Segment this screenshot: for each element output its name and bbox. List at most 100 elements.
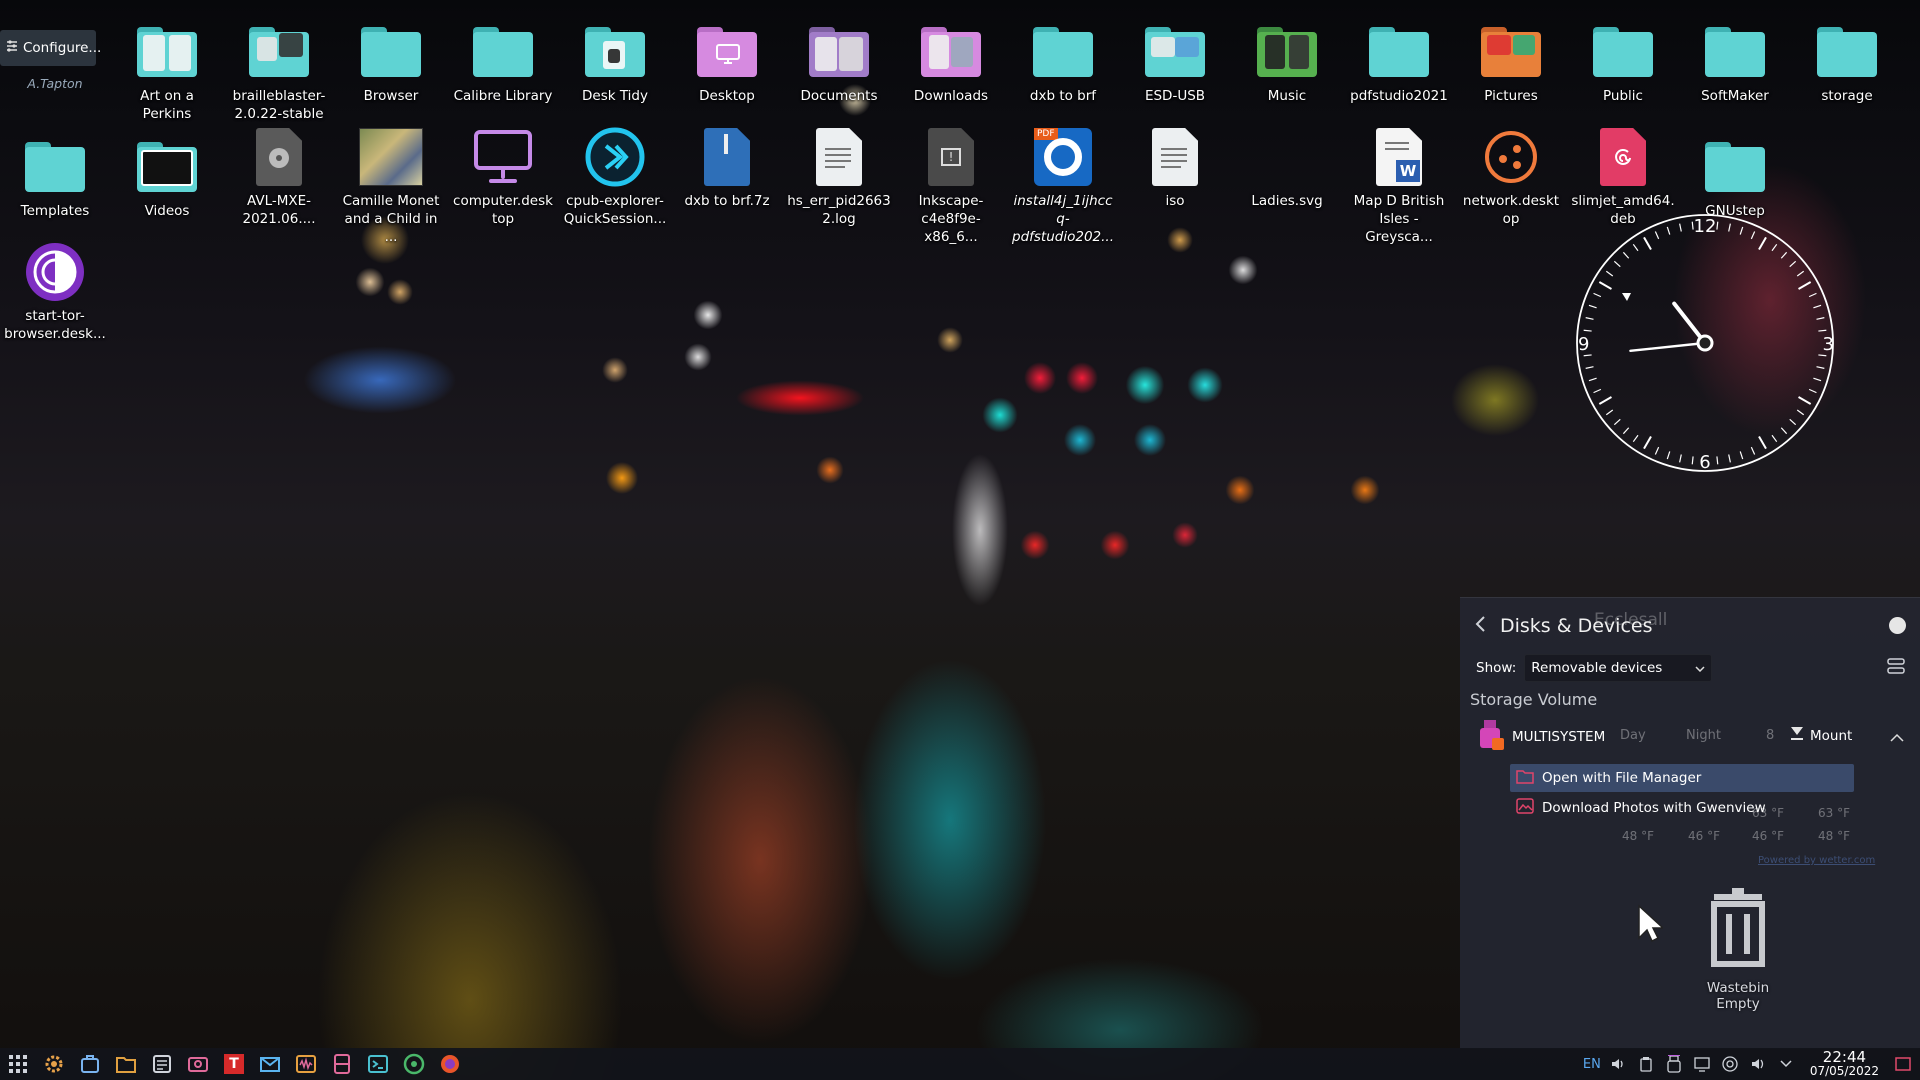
desktop-icon-network-desktop[interactable]: network.desktop	[1459, 125, 1563, 228]
desktop-icon-map-british-isles[interactable]: W Map D British Isles - Greysca...	[1347, 125, 1451, 246]
clock-tick	[1588, 304, 1597, 309]
folder-icon	[1591, 20, 1655, 84]
desktop-icon-start-tor-browser[interactable]: start-tor-browser.desk...	[3, 240, 107, 343]
clock-numeral-9: 9	[1578, 334, 1589, 355]
clock-tick	[1622, 251, 1630, 259]
clock-tick	[1739, 451, 1744, 460]
action-open-with-file-manager[interactable]: Open with File Manager	[1510, 764, 1854, 792]
desktop-icon-brailleblaster[interactable]: brailleblaster-2.0.22-stable	[227, 20, 331, 123]
desktop-icon-cpub-explorer[interactable]: cpub-explorer-QuickSession...	[563, 125, 667, 228]
file-manager-icon[interactable]	[112, 1050, 140, 1078]
chevron-up-icon[interactable]	[1890, 728, 1904, 747]
network-tray-icon[interactable]	[1719, 1053, 1741, 1075]
weather-temp-ghost: 46 °F	[1752, 829, 1784, 843]
configure-widget: Configure... A.Tapton	[0, 0, 101, 96]
removable-device-icon[interactable]	[1663, 1053, 1685, 1075]
mail-icon[interactable]	[256, 1050, 284, 1078]
desktop-icon-browser[interactable]: Browser	[339, 20, 443, 105]
configure-icon[interactable]	[1886, 656, 1906, 680]
desktop-icon-desktop[interactable]: Desktop	[675, 20, 779, 105]
clock-tick	[1666, 451, 1671, 460]
digital-clock[interactable]: 22:44 07/05/2022	[1809, 1050, 1879, 1079]
text-file-icon	[807, 125, 871, 189]
clock-tick	[1583, 354, 1592, 357]
icon-label: Desktop	[699, 88, 755, 104]
configure-button[interactable]: Configure...	[0, 30, 101, 66]
clock-tick	[1728, 454, 1731, 463]
image-thumbnail-icon	[359, 125, 423, 189]
desktop-icon-downloads[interactable]: Downloads	[899, 20, 1003, 105]
browser-green-icon[interactable]	[400, 1050, 428, 1078]
desktop-icon-storage[interactable]: storage	[1795, 20, 1899, 105]
desktop-icon-desk-tidy[interactable]: Desk Tidy	[563, 20, 667, 105]
display-icon[interactable]	[1691, 1053, 1713, 1075]
system-settings-icon[interactable]	[40, 1050, 68, 1078]
desktop-icon-templates[interactable]: Templates	[3, 135, 107, 220]
clock-tick	[1654, 231, 1660, 240]
textmaker-icon[interactable]: T	[220, 1050, 248, 1078]
desktop-icon-iso[interactable]: iso	[1123, 125, 1227, 210]
desktop-icon-videos[interactable]: Videos	[115, 135, 219, 220]
keyboard-layout[interactable]: EN	[1583, 1053, 1601, 1075]
icon-label: Music	[1267, 88, 1307, 104]
text-editor-icon[interactable]	[148, 1050, 176, 1078]
screenshot-icon[interactable]	[184, 1050, 212, 1078]
firefox-icon[interactable]	[436, 1050, 464, 1078]
desktop-icon-pdfstudio2021[interactable]: pdfstudio2021	[1347, 20, 1451, 105]
show-filter-select[interactable]: Removable devices	[1524, 654, 1713, 682]
cpub-explorer-icon	[583, 125, 647, 189]
desktop-icon-pictures[interactable]: Pictures	[1459, 20, 1563, 105]
clipboard-icon[interactable]	[1635, 1053, 1657, 1075]
desktop-icon-avl-mxe[interactable]: AVL-MXE-2021.06....	[227, 125, 331, 228]
clock-numeral-3: 3	[1823, 334, 1834, 355]
icon-label: AVL-MXE-2021.06....	[242, 193, 316, 227]
clock-tick	[1813, 377, 1822, 382]
app-launcher-icon[interactable]	[4, 1050, 32, 1078]
tray-expand-icon[interactable]	[1775, 1053, 1797, 1075]
clock-tick	[1679, 454, 1682, 463]
desktop-icon-dxb-to-brf-7z[interactable]: dxb to brf.7z	[675, 125, 779, 210]
action-download-photos-gwenview[interactable]: Download Photos with Gwenview	[1510, 794, 1854, 822]
terminal-icon[interactable]	[364, 1050, 392, 1078]
mount-button[interactable]: Mount	[1790, 726, 1852, 746]
discover-icon[interactable]	[76, 1050, 104, 1078]
weather-temp-ghost: 48 °F	[1818, 829, 1850, 843]
clock-numeral-6: 6	[1699, 452, 1710, 473]
word-document-icon: W	[1367, 125, 1431, 189]
back-arrow-icon[interactable]	[1474, 615, 1488, 637]
folder-pictures-icon	[1479, 20, 1543, 84]
icon-label: storage	[1821, 88, 1873, 104]
weather-temp-ghost: 46 °F	[1688, 829, 1720, 843]
desktop-icon-documents[interactable]: Documents	[787, 20, 891, 105]
clock-tick	[1598, 396, 1612, 405]
desktop-icon-dxb-to-brf[interactable]: dxb to brf	[1011, 20, 1115, 105]
icon-label: ESD-USB	[1144, 88, 1206, 104]
show-desktop-icon[interactable]	[1892, 1053, 1914, 1075]
desktop-icon-install4j[interactable]: PDF install4j_1ijhccq-pdfstudio202...	[1011, 125, 1115, 246]
terminal-split-icon[interactable]	[328, 1050, 356, 1078]
desktop-icon-hs-err-log[interactable]: hs_err_pid26632.log	[787, 125, 891, 228]
desktop-icon-computer-desktop[interactable]: computer.desktop	[451, 125, 555, 228]
volume-icon[interactable]	[1747, 1053, 1769, 1075]
folder-icon	[471, 20, 535, 84]
audio-editor-icon[interactable]	[292, 1050, 320, 1078]
clock-tick	[1818, 354, 1827, 357]
desktop-icon-esd-usb[interactable]: ESD-USB	[1123, 20, 1227, 105]
wastebin-widget[interactable]: Wastebin Empty	[1690, 888, 1786, 1012]
icon-label: Map D British Isles - Greysca...	[1353, 193, 1445, 245]
desktop-icon-art-on-a-perkins[interactable]: Art on a Perkins	[115, 20, 219, 123]
desktop-icon-ladies-svg[interactable]: Ladies.svg	[1235, 125, 1339, 210]
desktop-icon-camille-monet[interactable]: Camille Monet and a Child in ...	[339, 125, 443, 246]
pin-button[interactable]	[1889, 617, 1906, 634]
clock-tick	[1613, 260, 1621, 268]
desktop-icon-music[interactable]: Music	[1235, 20, 1339, 105]
desktop-icon-calibre-library[interactable]: Calibre Library	[451, 20, 555, 105]
desktop-icon-softmaker[interactable]: SoftMaker	[1683, 20, 1787, 105]
icon-label: Pictures	[1484, 88, 1538, 104]
desktop-icon-public[interactable]: Public	[1571, 20, 1675, 105]
clock-date: 07/05/2022	[1809, 1064, 1879, 1078]
desktop-icon-inkscape[interactable]: ! Inkscape-c4e8f9e-x86_6...	[899, 125, 1003, 246]
audio-icon[interactable]	[1607, 1053, 1629, 1075]
device-multisystem[interactable]: MULTISYSTEM Day Night 8 Mount	[1460, 716, 1920, 758]
user-name: A.Tapton	[27, 76, 83, 91]
